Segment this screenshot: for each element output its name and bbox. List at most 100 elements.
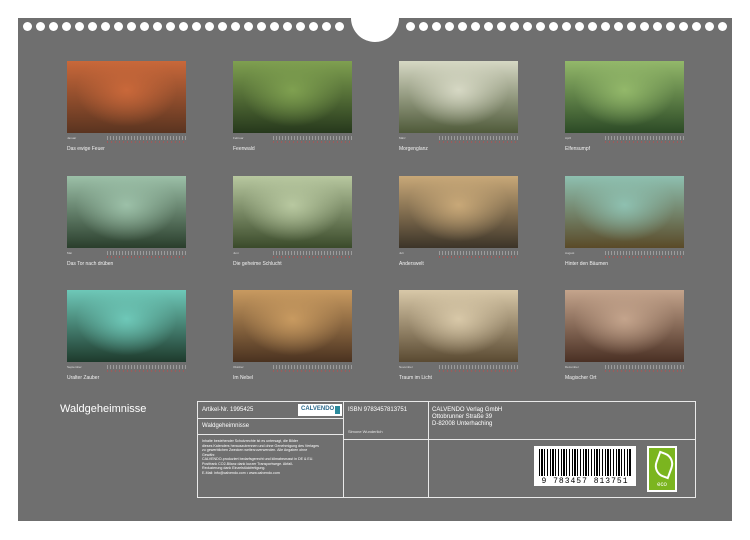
month-tile: April Elfensumpf [565,61,685,152]
month-tile: Februar Feenwald [233,61,353,152]
month-name: Februar [233,136,244,140]
calendar-weekend-marks [107,370,187,372]
publisher-city: D-82008 Unterhaching [432,421,493,427]
month-calendar-grid: März [399,136,519,145]
binding-hole [523,22,532,31]
binding-hole [510,22,519,31]
month-photo [565,61,684,133]
binding-hole [692,22,701,31]
month-calendar-grid: Dezember [565,365,685,374]
month-name: Oktober [233,365,244,369]
month-calendar-grid: Januar [67,136,187,145]
calendar-days [273,251,353,255]
product-info-box: Artikel-Nr. 1995425 CALVENDO Waldgeheimn… [197,401,696,498]
month-caption: Magischer Ort [565,375,597,381]
month-name: September [67,365,82,369]
month-name: August [565,251,575,255]
month-caption: Uralter Zauber [67,375,100,381]
binding-hole [458,22,467,31]
info-divider-2 [428,402,429,497]
month-photo [67,61,186,133]
binding-hole [166,22,175,31]
month-calendar-grid: August [565,251,685,260]
binding-hole [653,22,662,31]
month-photo [67,290,186,362]
month-name: Juli [399,251,404,255]
month-photo [233,176,352,248]
calendar-weekend-marks [439,141,519,143]
month-calendar-grid: November [399,365,519,374]
binding-hole [101,22,110,31]
calendar-weekend-marks [107,256,187,258]
binding-hole [432,22,441,31]
calendar-days [107,251,187,255]
eco-badge: eco [647,446,677,492]
article-number: Artikel-Nr. 1995425 [202,407,254,413]
month-name: November [399,365,413,369]
binding-hole [49,22,58,31]
calendar-weekend-marks [605,256,685,258]
publisher-name: CALVENDO Verlag GmbH [432,407,503,413]
binding-hole [140,22,149,31]
month-tile: Oktober Im Nebel [233,290,353,381]
binding-hole [88,22,97,31]
publisher-street: Ottobrunner Straße 39 [432,414,493,420]
month-photo [399,290,518,362]
binding-hole [640,22,649,31]
month-caption: Das ewige Feuer [67,146,105,152]
calendar-days [605,136,685,140]
binding-hole [497,22,506,31]
legal-line: Gewähr. [202,452,216,457]
binding-hole [614,22,623,31]
month-calendar-grid: Oktober [233,365,353,374]
binding-hole [549,22,558,31]
month-tile: März Morgenglanz [399,61,519,152]
month-name: März [399,136,406,140]
month-calendar-grid: Mai [67,251,187,260]
month-tile: November Traum im Licht [399,290,519,381]
binding-hole [270,22,279,31]
leaf-icon [651,450,677,480]
month-caption: Feenwald [233,146,255,152]
binding-hole [406,22,415,31]
legal-line: dieses Kalenders herauszutrennen und ohn… [202,443,319,448]
calendar-weekend-marks [605,141,685,143]
binding-hole [153,22,162,31]
info-hline-2 [198,434,343,435]
month-name: April [565,136,572,140]
legal-line: Postfrank CO2-Bilanz dank kurzer Transpo… [202,461,294,466]
month-photo [233,61,352,133]
product-title: Waldgeheimnisse [202,423,250,429]
month-calendar-grid: September [67,365,187,374]
calendar-days [439,251,519,255]
calvendo-logo-text: CALVENDO [301,406,335,412]
binding-hole [562,22,571,31]
binding-hole [244,22,253,31]
eco-label: eco [657,482,667,488]
binding-hole [36,22,45,31]
calendar-weekend-marks [439,370,519,372]
binding-hole [666,22,675,31]
calendar-days [439,365,519,369]
month-tile: August Hinter den Bäumen [565,176,685,267]
binding-hole [127,22,136,31]
binding-hole [718,22,727,31]
month-caption: Im Nebel [233,375,254,381]
month-photo [565,290,684,362]
binding-hole [205,22,214,31]
calendar-days [107,136,187,140]
calendar-days [439,136,519,140]
month-caption: Elfensumpf [565,146,591,152]
month-name: Januar [67,136,77,140]
month-name: Juni [233,251,239,255]
month-caption: Hinter den Bäumen [565,261,609,267]
binding-hole [75,22,84,31]
month-photo [399,176,518,248]
isbn-barcode: 9 783457 813751 [534,446,636,486]
month-caption: Traum im Licht [399,375,432,381]
calendar-weekend-marks [273,370,353,372]
month-caption: Die geheime Schlucht [233,261,282,267]
barcode-number: 9 783457 813751 [541,477,629,486]
calendar-days [107,365,187,369]
month-name: Dezember [565,365,579,369]
